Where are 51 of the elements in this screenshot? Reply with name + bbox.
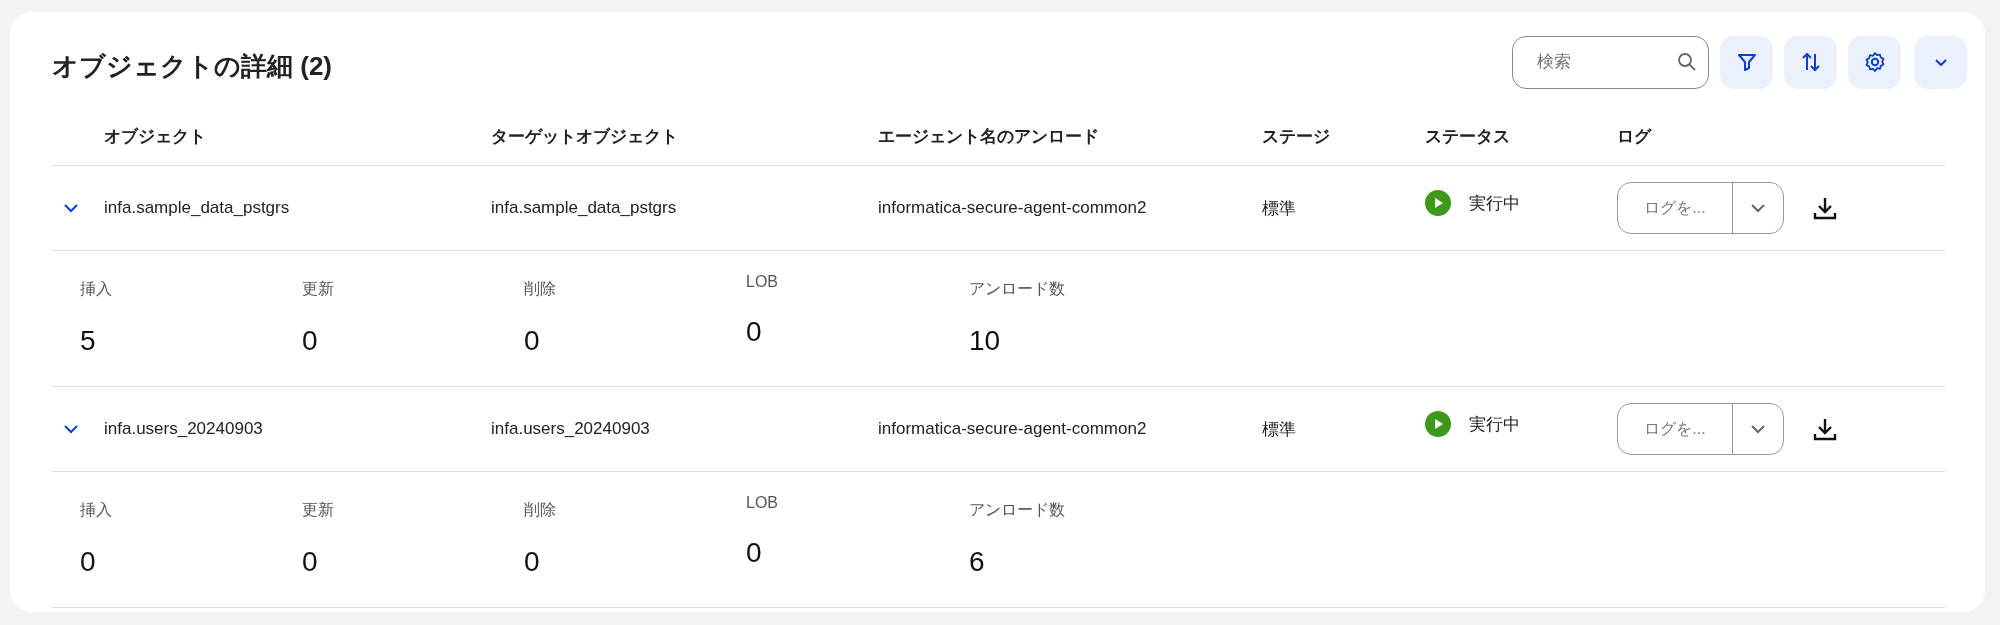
- stat-label: 削除: [524, 279, 557, 299]
- stat-value: 6: [969, 546, 986, 578]
- stat-value: 0: [746, 537, 763, 569]
- table-cell-text: infa.users_20240903: [104, 419, 264, 439]
- column-header: オブジェクト: [104, 125, 207, 148]
- download-icon: [1812, 416, 1838, 442]
- column-header: ターゲットオブジェクト: [491, 125, 679, 148]
- table-cell-text: 標準: [1262, 197, 1297, 220]
- download-icon: [1812, 195, 1838, 221]
- table-cell-text: infa.sample_data_pstgrs: [104, 198, 291, 218]
- column-header: ステータス: [1425, 125, 1511, 148]
- stat-label: LOB: [746, 494, 779, 512]
- panel-title: オブジェクトの詳細 (2): [52, 49, 332, 83]
- stat-label: 挿入: [80, 500, 113, 520]
- play-status-icon: [1425, 190, 1451, 216]
- stat-value: 5: [80, 325, 97, 357]
- stat-value: 0: [80, 546, 97, 578]
- stat-value: 0: [302, 546, 319, 578]
- stat-label: 更新: [302, 500, 335, 520]
- column-header: ログ: [1617, 125, 1653, 148]
- table-cell-text: informatica-secure-agent-common2: [878, 419, 1148, 439]
- table-cell-text: informatica-secure-agent-common2: [878, 198, 1148, 218]
- chevron-down-icon: [1934, 58, 1947, 66]
- stat-label: 削除: [524, 500, 557, 520]
- stat-label: アンロード数: [969, 279, 1065, 299]
- download-button[interactable]: [1812, 195, 1838, 221]
- column-header: ステージ: [1262, 125, 1331, 148]
- table-cell-text: infa.users_20240903: [491, 419, 651, 439]
- stat-value: 0: [524, 325, 541, 357]
- table-cell-text: 標準: [1262, 418, 1297, 441]
- column-header: エージェント名のアンロード: [878, 125, 1100, 148]
- stat-label: 更新: [302, 279, 335, 299]
- status-text: 実行中: [1469, 192, 1520, 215]
- sort-button[interactable]: [1784, 35, 1837, 89]
- table-cell-text: infa.sample_data_pstgrs: [491, 198, 678, 218]
- search-icon: [1677, 51, 1697, 72]
- download-button[interactable]: [1812, 416, 1838, 442]
- search-field[interactable]: 検索: [1512, 35, 1709, 89]
- log-dropdown[interactable]: ログを...: [1617, 403, 1784, 455]
- stat-label: アンロード数: [969, 500, 1065, 520]
- stat-label: 挿入: [80, 279, 113, 299]
- stat-value: 0: [746, 316, 763, 348]
- stat-value: 10: [969, 325, 1002, 357]
- stat-value: 0: [524, 546, 541, 578]
- filter-button[interactable]: [1720, 35, 1773, 89]
- settings-button[interactable]: [1848, 35, 1901, 89]
- status-text: 実行中: [1469, 413, 1520, 436]
- log-dropdown[interactable]: ログを...: [1617, 182, 1784, 234]
- play-status-icon: [1425, 411, 1451, 437]
- stat-value: 0: [302, 325, 319, 357]
- stat-label: LOB: [746, 273, 779, 291]
